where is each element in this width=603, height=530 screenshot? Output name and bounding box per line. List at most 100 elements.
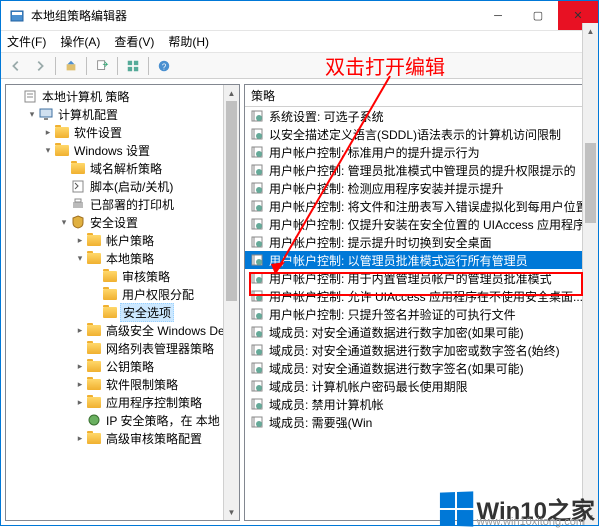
list-row[interactable]: 用户帐户控制: 管理员批准模式中管理员的提升权限提示的 <box>245 161 593 179</box>
list-row[interactable]: 域成员: 需要强(Win <box>245 413 593 431</box>
list-row[interactable]: 用户帐户控制: 标准用户的提升提示行为 <box>245 143 593 161</box>
list-row-label: 用户帐户控制: 检测应用程序安装并提示提升 <box>269 180 504 197</box>
tree-item[interactable]: ▸高级审核策略配置 <box>6 429 239 447</box>
expander-icon[interactable]: ▸ <box>74 379 86 390</box>
tree-item-label: 域名解析策略 <box>88 160 164 177</box>
folder-icon <box>54 142 70 158</box>
list-row[interactable]: 域成员: 对安全通道数据进行数字签名(如果可能) <box>245 359 593 377</box>
list-row-label: 用户帐户控制: 将文件和注册表写入错误虚拟化到每用户位置 <box>269 198 588 215</box>
refresh-button[interactable] <box>122 56 144 76</box>
policy-icon <box>249 396 265 412</box>
tree-item[interactable]: 审核策略 <box>6 267 239 285</box>
app-icon <box>9 8 25 24</box>
policy-icon <box>249 198 265 214</box>
expander-icon[interactable]: ▸ <box>42 127 54 138</box>
tree-scroll-down[interactable]: ▼ <box>224 504 239 520</box>
expander-icon[interactable]: ▸ <box>74 433 86 444</box>
tree-item[interactable]: 已部署的打印机 <box>6 195 239 213</box>
list-row[interactable]: 域成员: 对安全通道数据进行数字加密(如果可能) <box>245 323 593 341</box>
back-button[interactable] <box>5 56 27 76</box>
list-row-label: 用户帐户控制: 用于内置管理员帐户的管理员批准模式 <box>269 270 552 287</box>
tree-item[interactable]: 安全选项 <box>6 303 239 321</box>
list-scroll-thumb[interactable] <box>585 143 594 223</box>
list-row[interactable]: 用户帐户控制: 允许 UIAccess 应用程序在不使用安全桌面... <box>245 287 593 305</box>
export-button[interactable] <box>91 56 113 76</box>
list-row[interactable]: 域成员: 禁用计算机帐 <box>245 395 593 413</box>
tree-item[interactable]: ▸ 公钥策略 <box>6 357 239 375</box>
policy-icon <box>249 216 265 232</box>
list-header[interactable]: 策略 <box>245 85 593 107</box>
list-row[interactable]: 用户帐户控制: 将文件和注册表写入错误虚拟化到每用户位置 <box>245 197 593 215</box>
expander-icon[interactable]: ▸ <box>74 235 86 246</box>
list-row-label: 域成员: 对安全通道数据进行数字加密(如果可能) <box>269 324 524 341</box>
tree-item[interactable]: 网络列表管理器策略 <box>6 339 239 357</box>
menu-action[interactable]: 操作(A) <box>60 33 100 50</box>
folder-icon <box>86 358 102 374</box>
watermark: Win10之家 www.win10xitong.com <box>439 491 595 526</box>
list-row-label: 用户帐户控制: 提示提升时切换到安全桌面 <box>269 234 492 251</box>
forward-button[interactable] <box>29 56 51 76</box>
tree-item-label: 应用程序控制策略 <box>104 394 204 411</box>
tree-item-label: 公钥策略 <box>104 358 156 375</box>
list-row-label: 域成员: 对安全通道数据进行数字加密或数字签名(始终) <box>269 342 560 359</box>
expander-icon[interactable]: ▾ <box>26 109 38 120</box>
expander-icon[interactable]: ▸ <box>74 325 86 336</box>
tree-item[interactable]: ▸软件设置 <box>6 123 239 141</box>
expander-icon[interactable]: ▾ <box>58 217 70 228</box>
minimize-button[interactable]: ─ <box>478 1 518 30</box>
tree-item[interactable]: IP 安全策略，在 本地 <box>6 411 239 429</box>
up-button[interactable] <box>60 56 82 76</box>
tree-item-label: 软件限制策略 <box>104 376 180 393</box>
tree-item[interactable]: ▸ 软件限制策略 <box>6 375 239 393</box>
tree-item[interactable]: 脚本(启动/关机) <box>6 177 239 195</box>
list-row[interactable]: 域成员: 计算机帐户密码最长使用期限 <box>245 377 593 395</box>
windows-logo-icon <box>439 491 472 526</box>
folder-icon <box>86 394 102 410</box>
list-row[interactable]: 用户帐户控制: 仅提升安装在安全位置的 UIAccess 应用程序 <box>245 215 593 233</box>
list-row[interactable]: 用户帐户控制: 用于内置管理员帐户的管理员批准模式 <box>245 269 593 287</box>
expander-icon[interactable]: ▾ <box>74 253 86 264</box>
tree-item[interactable]: 用户权限分配 <box>6 285 239 303</box>
tree-item[interactable]: ▾安全设置 <box>6 213 239 231</box>
tree-scroll-up[interactable]: ▲ <box>224 85 239 101</box>
tree-item[interactable]: 域名解析策略 <box>6 159 239 177</box>
tree-scroll-thumb[interactable] <box>226 101 237 301</box>
list-row[interactable]: 域成员: 对安全通道数据进行数字加密或数字签名(始终) <box>245 341 593 359</box>
tree-item[interactable]: 本地计算机 策略 <box>6 87 239 105</box>
policy-icon <box>249 234 265 250</box>
tree-item[interactable]: ▸高级安全 Windows De <box>6 321 239 339</box>
menu-file[interactable]: 文件(F) <box>7 33 46 50</box>
list-row[interactable]: 系统设置: 可选子系统 <box>245 107 593 125</box>
folder-b-icon <box>86 250 102 266</box>
expander-icon[interactable]: ▸ <box>74 397 86 408</box>
expander-icon[interactable]: ▾ <box>42 145 54 156</box>
help-button[interactable]: ? <box>153 56 175 76</box>
folder-icon <box>86 340 102 356</box>
list-row[interactable]: 用户帐户控制: 只提升签名并验证的可执行文件 <box>245 305 593 323</box>
list-row[interactable]: 用户帐户控制: 以管理员批准模式运行所有管理员 <box>245 251 593 269</box>
tree-item-label: 用户权限分配 <box>120 286 196 303</box>
policy-icon <box>249 252 265 268</box>
maximize-button[interactable]: ▢ <box>518 1 558 30</box>
folder-b-icon <box>86 232 102 248</box>
policy-icon <box>249 342 265 358</box>
menu-help[interactable]: 帮助(H) <box>168 33 209 50</box>
computer-icon <box>38 106 54 122</box>
tree-item[interactable]: ▸帐户策略 <box>6 231 239 249</box>
expander-icon[interactable]: ▸ <box>74 361 86 372</box>
ipsec-icon <box>86 412 102 428</box>
policy-icon <box>249 288 265 304</box>
script-icon <box>70 178 86 194</box>
menu-view[interactable]: 查看(V) <box>114 33 154 50</box>
tree-item[interactable]: ▾计算机配置 <box>6 105 239 123</box>
tree-item[interactable]: ▾Windows 设置 <box>6 141 239 159</box>
tree-item[interactable]: ▾本地策略 <box>6 249 239 267</box>
list-row[interactable]: 用户帐户控制: 检测应用程序安装并提示提升 <box>245 179 593 197</box>
policy-icon <box>249 324 265 340</box>
list-row[interactable]: 用户帐户控制: 提示提升时切换到安全桌面 <box>245 233 593 251</box>
list-row[interactable]: 以安全描述定义语言(SDDL)语法表示的计算机访问限制 <box>245 125 593 143</box>
tree-item[interactable]: ▸ 应用程序控制策略 <box>6 393 239 411</box>
policy-icon <box>249 270 265 286</box>
policy-icon <box>22 88 38 104</box>
svg-text:?: ? <box>162 62 167 71</box>
